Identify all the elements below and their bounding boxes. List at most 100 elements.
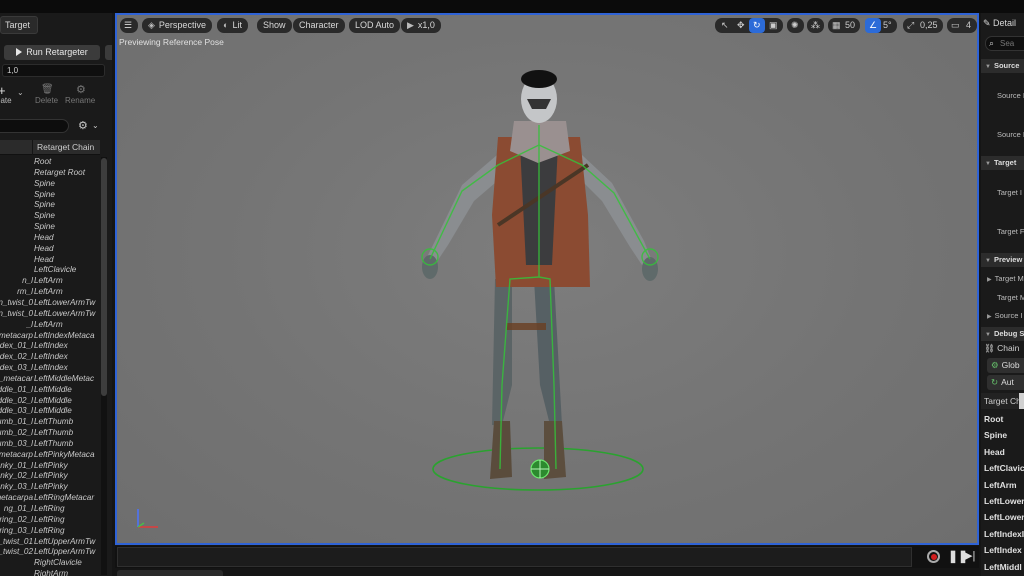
section-debug[interactable]: ▼ Debug S bbox=[981, 327, 1024, 341]
chain-list-row[interactable]: nky_01_l LeftPinky bbox=[0, 461, 100, 472]
scale-snap-button[interactable]: ⤢ 0,25 bbox=[903, 18, 943, 33]
lod-button[interactable]: LOD Auto bbox=[349, 18, 401, 33]
chain-list-row[interactable]: _twist_02 LeftUpperArmTw bbox=[0, 547, 100, 558]
target-chain-item[interactable]: LeftArm bbox=[984, 480, 1017, 490]
record-button[interactable] bbox=[927, 550, 940, 563]
target-chain-item[interactable]: LeftIndex bbox=[984, 545, 1022, 555]
chain-list-row[interactable]: Root bbox=[0, 157, 100, 168]
target-chain-item[interactable]: LeftClavic bbox=[984, 463, 1024, 473]
run-retargeter-button[interactable]: Run Retargeter bbox=[4, 45, 100, 60]
tab-details[interactable]: ✎ Detail bbox=[983, 15, 1024, 31]
camera-speed-button[interactable]: ▭ 4 bbox=[947, 18, 977, 33]
chain-list-row[interactable]: umb_01_l LeftThumb bbox=[0, 417, 100, 428]
show-button[interactable]: Show bbox=[257, 18, 292, 33]
chain-list-row[interactable]: Spine bbox=[0, 190, 100, 201]
rename-button[interactable]: Rename bbox=[65, 96, 95, 105]
chain-list-row[interactable]: dex_01_l LeftIndex bbox=[0, 341, 100, 352]
retarget-chain-column-header[interactable]: Retarget Chain bbox=[37, 142, 94, 152]
preview-label-1[interactable]: ▶ Target M bbox=[987, 274, 1024, 283]
chain-list-row[interactable]: Spine bbox=[0, 200, 100, 211]
chain-list-row[interactable]: LeftClavicle bbox=[0, 265, 100, 276]
section-target[interactable]: ▼ Target bbox=[981, 156, 1024, 170]
bottom-tab[interactable] bbox=[117, 570, 223, 576]
title-strip bbox=[0, 0, 1024, 13]
chain-list-row[interactable]: rm_l LeftArm bbox=[0, 287, 100, 298]
chain-list-row[interactable]: iddle_02_lLeftMiddle bbox=[0, 396, 100, 407]
target-chain-item[interactable]: Head bbox=[984, 447, 1005, 457]
chain-list-row[interactable]: umb_02_l LeftThumb bbox=[0, 428, 100, 439]
angle-snap-button[interactable]: ∠ 5° bbox=[865, 18, 897, 33]
auto-map-button[interactable]: ↻ Aut bbox=[987, 375, 1024, 390]
chain-list-row[interactable]: dex_02_l LeftIndex bbox=[0, 352, 100, 363]
chain-list-row[interactable]: n_twist_0 LeftLowerArmTw bbox=[0, 298, 100, 309]
character-button[interactable]: Character bbox=[293, 18, 345, 33]
chain-list-row[interactable]: nky_02_l LeftPinky bbox=[0, 471, 100, 482]
chain-list-row[interactable]: Head bbox=[0, 233, 100, 244]
chain-list-row[interactable]: umb_03_l LeftThumb bbox=[0, 439, 100, 450]
scale-icon[interactable]: ▣ bbox=[769, 20, 778, 31]
target-chain-item[interactable]: Root bbox=[984, 414, 1003, 424]
target-chain-item[interactable]: LeftLower bbox=[984, 512, 1024, 522]
target-chain-item[interactable]: Spine bbox=[984, 430, 1007, 440]
search-input[interactable] bbox=[0, 119, 69, 133]
chain-list-row[interactable]: Head bbox=[0, 255, 100, 266]
preview-label-3[interactable]: ▶ Source I bbox=[987, 311, 1023, 320]
chain-list-row[interactable]: Spine bbox=[0, 179, 100, 190]
chain-list-row[interactable]: metacarpaLeftRingMetacar bbox=[0, 493, 100, 504]
chain-list-row[interactable]: RightClavicle bbox=[0, 558, 100, 569]
chain-list-row[interactable]: iddle_01_lLeftMiddle bbox=[0, 385, 100, 396]
create-button-label[interactable]: eate bbox=[0, 96, 12, 105]
chain-list-row[interactable]: n_l LeftArm bbox=[0, 276, 100, 287]
chain-list-row[interactable]: Spine bbox=[0, 222, 100, 233]
world-local-toggle[interactable]: ✺ bbox=[787, 18, 804, 33]
chain-list-row[interactable]: _metacar LeftMiddleMetac bbox=[0, 374, 100, 385]
chain-list-row[interactable]: _l LeftArm bbox=[0, 320, 100, 331]
skip-forward-icon[interactable]: ▶| bbox=[964, 549, 975, 562]
viewport[interactable]: ☰ ◈ Perspective ◐ Lit Show Character LOD A… bbox=[115, 13, 979, 545]
delete-button[interactable]: Delete bbox=[35, 96, 58, 105]
lit-button[interactable]: ◐ Lit bbox=[217, 18, 248, 33]
retarget-chain-name: LeftThumb bbox=[34, 417, 74, 427]
gear-icon[interactable]: ⚙ bbox=[78, 119, 88, 132]
chain-list-row[interactable]: n_twist_0 LeftLowerArmTw bbox=[0, 309, 100, 320]
retarget-chain-name: LeftMiddleMetac bbox=[34, 373, 95, 383]
chain-list-row[interactable]: ring_02_l LeftRing bbox=[0, 515, 100, 526]
chain-list-row[interactable]: RightArm bbox=[0, 569, 100, 576]
global-settings-button[interactable]: ⚙ Glob bbox=[987, 358, 1024, 373]
playback-speed-button[interactable]: ▶ x1,0 bbox=[401, 18, 441, 33]
target-chain-column-header[interactable]: Target Cha bbox=[981, 393, 1024, 409]
surface-snap-toggle[interactable]: ⁂ bbox=[807, 18, 824, 33]
timeline-scrubber[interactable] bbox=[117, 547, 912, 567]
run-options-button[interactable] bbox=[105, 45, 112, 60]
move-icon[interactable]: ✥ bbox=[737, 20, 745, 31]
chain-list-row[interactable]: iddle_03_lLeftMiddle bbox=[0, 406, 100, 417]
target-chain-item[interactable]: LeftMiddl bbox=[984, 562, 1022, 572]
retarget-value-field[interactable]: 1,0 bbox=[2, 64, 105, 77]
select-icon[interactable]: ↖ bbox=[721, 20, 729, 31]
chain-list-row[interactable]: Head bbox=[0, 244, 100, 255]
chain-list-row[interactable]: ng_01_l LeftRing bbox=[0, 504, 100, 515]
chain-list-row[interactable]: nky_03_l LeftPinky bbox=[0, 482, 100, 493]
chain-list-row[interactable]: metacarp LeftIndexMetaca bbox=[0, 331, 100, 342]
chain-list-row[interactable]: _twist_01 LeftUpperArmTw bbox=[0, 537, 100, 548]
chain-list-row[interactable]: ring_03_l LeftRing bbox=[0, 526, 100, 537]
tab-target[interactable]: Target bbox=[0, 16, 38, 34]
chain-list-row[interactable]: metacarp LeftPinkyMetaca bbox=[0, 450, 100, 461]
details-search-input[interactable]: ⌕ Sea bbox=[985, 36, 1024, 51]
chevron-down-icon[interactable]: ⌄ bbox=[17, 88, 24, 97]
chevron-down-icon[interactable]: ⌄ bbox=[92, 121, 99, 130]
scrollbar-thumb[interactable] bbox=[101, 158, 107, 396]
chain-list-row[interactable]: dex_03_l LeftIndex bbox=[0, 363, 100, 374]
grid-snap-button[interactable]: ▦ 50 bbox=[828, 18, 860, 33]
target-chain-item[interactable]: LeftIndexI bbox=[984, 529, 1024, 539]
character-preview[interactable] bbox=[402, 65, 682, 495]
target-chain-item[interactable]: LeftLower bbox=[984, 496, 1024, 506]
chain-tab[interactable]: ⛓ Chain bbox=[984, 343, 1019, 354]
bone-column-header[interactable] bbox=[0, 140, 33, 155]
section-source[interactable]: ▼ Source bbox=[981, 59, 1024, 73]
perspective-button[interactable]: ◈ Perspective bbox=[142, 18, 212, 33]
section-preview[interactable]: ▼ Preview bbox=[981, 253, 1024, 267]
chain-list-row[interactable]: Spine bbox=[0, 211, 100, 222]
chain-list-row[interactable]: Retarget Root bbox=[0, 168, 100, 179]
viewport-menu-button[interactable]: ☰ bbox=[120, 18, 138, 33]
